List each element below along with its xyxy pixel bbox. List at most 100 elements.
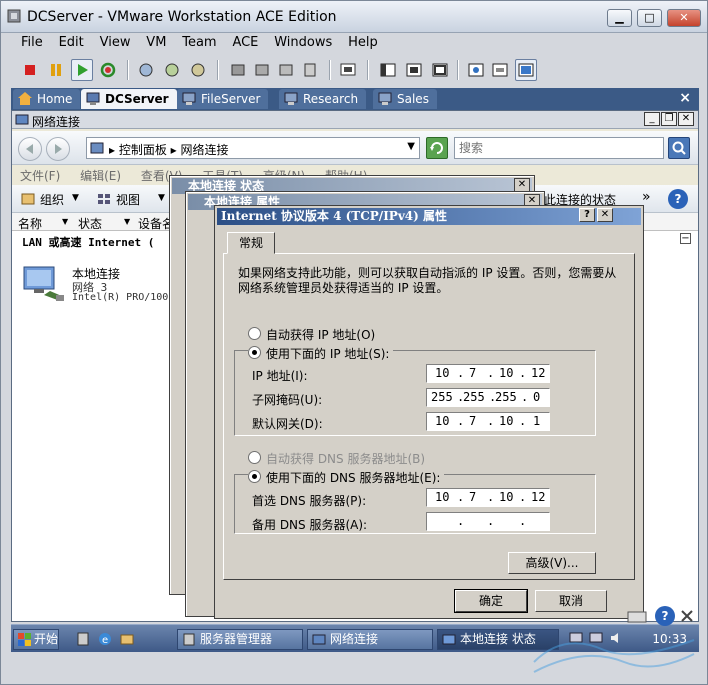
alternate-dns-field[interactable]: . . .: [426, 512, 550, 531]
column-name[interactable]: 名称: [18, 215, 42, 232]
chevron-down-icon[interactable]: ▼: [124, 217, 130, 226]
snapshot-manager-button[interactable]: [187, 59, 209, 81]
ok-button[interactable]: 确定: [454, 589, 528, 613]
preferred-dns-label: 首选 DNS 服务器(P):: [252, 494, 367, 508]
tab-research[interactable]: Research: [279, 89, 367, 109]
taskbar-item-network-connections[interactable]: 网络连接: [307, 629, 433, 650]
console-icon: [340, 63, 356, 76]
manual-dns-radio[interactable]: 使用下面的 DNS 服务器地址(E):: [248, 469, 445, 486]
fullscreen-button[interactable]: [403, 59, 425, 81]
team-icon: [304, 63, 316, 77]
chevron-down-icon[interactable]: ▼: [62, 217, 68, 226]
close-tab-icon[interactable]: ×: [679, 90, 691, 106]
toolbar-separator: [127, 60, 129, 80]
manual-ip-radio[interactable]: 使用下面的 IP 地址(S):: [248, 345, 394, 362]
tcpip-properties-dialog: Internet 协议版本 4 (TCP/IPv4) 属性 ? ✕ 常规 如果网…: [214, 205, 644, 619]
minimize-button[interactable]: ▁: [607, 9, 632, 27]
menu-file[interactable]: File: [15, 33, 49, 52]
tcpip-close-button[interactable]: ✕: [597, 208, 613, 222]
menu-edit[interactable]: 编辑(E): [72, 165, 129, 186]
auto-ip-radio[interactable]: 自动获得 IP 地址(O): [248, 326, 375, 343]
list-item[interactable]: 本地连接 网络 3 Intel(R) PRO/100: [20, 261, 180, 311]
forward-button[interactable]: [46, 137, 70, 161]
close-icon[interactable]: ✕: [514, 178, 530, 192]
ie-icon[interactable]: e: [97, 631, 113, 647]
taskbar-item-server-manager[interactable]: 服务器管理器: [177, 629, 303, 650]
explorer-quicklaunch-icon[interactable]: [119, 631, 135, 647]
menu-help[interactable]: Help: [342, 33, 384, 52]
mask-octet: 255: [431, 390, 453, 404]
menu-vm[interactable]: VM: [140, 33, 172, 52]
close-button[interactable]: ✕: [667, 9, 701, 27]
menu-view[interactable]: View: [94, 33, 137, 52]
explorer-close-button[interactable]: ✕: [678, 112, 694, 126]
menu-team[interactable]: Team: [176, 33, 222, 52]
explorer-minimize-button[interactable]: _: [644, 112, 660, 126]
server-manager-icon: [183, 633, 195, 646]
views-button[interactable]: 视图: [116, 191, 140, 208]
explorer-maximize-button[interactable]: ❐: [661, 112, 677, 126]
team-button-3[interactable]: [275, 59, 297, 81]
power-on-button[interactable]: [71, 59, 93, 81]
vm-tab-strip: Home DCServer FileServer Research Sales …: [11, 88, 699, 110]
tab-dcserver[interactable]: DCServer: [81, 89, 177, 109]
chevron-down-icon[interactable]: ▼: [72, 193, 79, 203]
gateway-field[interactable]: 10 . 7 . 10 . 1: [426, 412, 550, 431]
ip-dot: .: [457, 514, 465, 528]
subnet-mask-field[interactable]: 255 . 255 . 255 . 0: [426, 388, 550, 407]
organize-button[interactable]: 组织: [40, 191, 64, 208]
column-status[interactable]: 状态: [78, 215, 102, 232]
reset-button[interactable]: [97, 59, 119, 81]
ip-dot: .: [457, 366, 465, 380]
chevron-down-icon[interactable]: ▼: [407, 141, 415, 152]
menu-file[interactable]: 文件(F): [12, 165, 68, 186]
team-button-4[interactable]: [299, 59, 321, 81]
start-button[interactable]: 开始: [13, 629, 59, 650]
console-view-button[interactable]: [515, 59, 537, 81]
help-icon[interactable]: ?: [655, 606, 675, 626]
advanced-button[interactable]: 高级(V)...: [508, 552, 596, 574]
gateway-octet: 10: [435, 414, 450, 428]
auto-dns-radio[interactable]: 自动获得 DNS 服务器地址(B): [248, 450, 425, 467]
restore-icon: ❐: [664, 113, 674, 124]
help-button[interactable]: ?: [579, 208, 595, 222]
team-button-2[interactable]: [251, 59, 273, 81]
back-button[interactable]: [18, 137, 42, 161]
cancel-button[interactable]: 取消: [535, 590, 607, 612]
tab-home[interactable]: Home: [13, 89, 81, 109]
ip-address-field[interactable]: 10 . 7 . 10 . 12: [426, 364, 550, 383]
tab-fileserver[interactable]: FileServer: [177, 89, 269, 109]
chevron-down-icon[interactable]: ▼: [158, 193, 165, 203]
console-button[interactable]: [337, 59, 359, 81]
stop-icon: [25, 65, 35, 75]
search-button[interactable]: [668, 137, 690, 159]
close-icon[interactable]: [679, 608, 695, 624]
ip-octet: 10: [499, 366, 514, 380]
summary-view-button[interactable]: [465, 59, 487, 81]
revert-snapshot-button[interactable]: [161, 59, 183, 81]
tab-sales[interactable]: Sales: [373, 89, 437, 109]
refresh-button[interactable]: [426, 137, 448, 159]
menu-windows[interactable]: Windows: [268, 33, 338, 52]
address-input[interactable]: ▸ 控制面板 ▸ 网络连接 ▼: [86, 137, 420, 159]
sidebar-toggle-button[interactable]: [377, 59, 399, 81]
menu-edit[interactable]: Edit: [53, 33, 90, 52]
snapshot-button[interactable]: [135, 59, 157, 81]
server-manager-quicklaunch-icon[interactable]: [75, 631, 91, 647]
help-icon[interactable]: ?: [668, 189, 688, 209]
gateway-octet: 10: [499, 414, 514, 428]
collapse-icon[interactable]: −: [680, 233, 691, 244]
menu-ace[interactable]: ACE: [226, 33, 264, 52]
quick-switch-button[interactable]: [429, 59, 451, 81]
appliance-view-button[interactable]: [489, 59, 511, 81]
keyboard-icon[interactable]: [627, 608, 647, 626]
preferred-dns-field[interactable]: 10 . 7 . 10 . 12: [426, 488, 550, 507]
tab-general[interactable]: 常规: [227, 232, 275, 254]
power-off-button[interactable]: [19, 59, 41, 81]
search-input[interactable]: [454, 137, 664, 159]
maximize-button[interactable]: □: [637, 9, 662, 27]
ip-dot: .: [487, 414, 495, 428]
suspend-button[interactable]: [45, 59, 67, 81]
team-button-1[interactable]: [227, 59, 249, 81]
more-commands-icon[interactable]: »: [642, 189, 651, 205]
